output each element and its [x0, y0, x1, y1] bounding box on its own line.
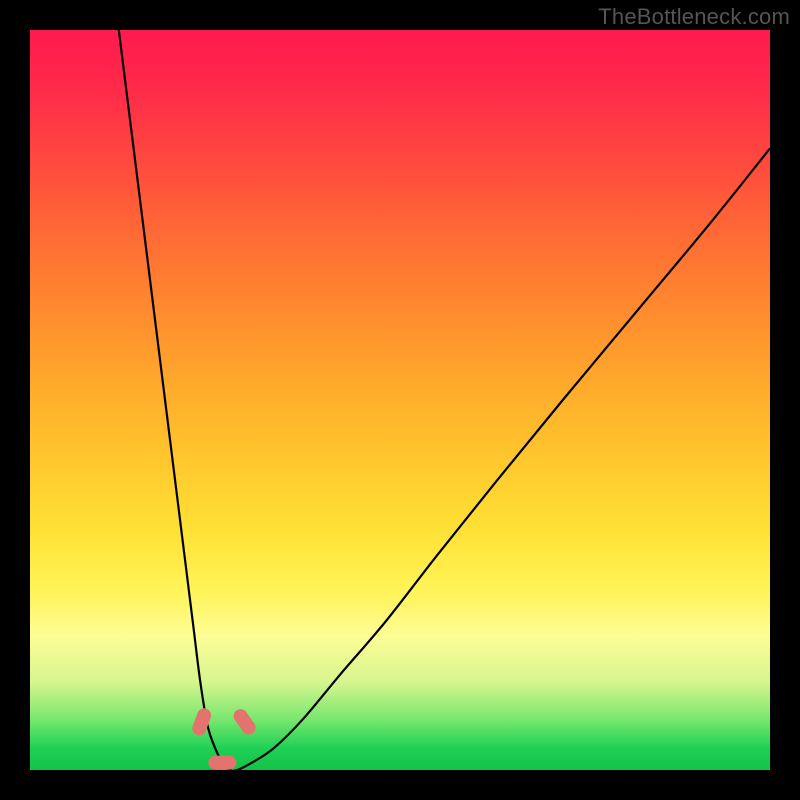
chart-frame: TheBottleneck.com: [0, 0, 800, 800]
chart-marker: [231, 706, 259, 737]
chart-marker: [208, 756, 236, 770]
chart-markers: [190, 706, 258, 769]
watermark-text: TheBottleneck.com: [598, 4, 790, 30]
bottleneck-curve: [119, 30, 770, 770]
chart-plot-area: [30, 30, 770, 770]
chart-svg: [30, 30, 770, 770]
